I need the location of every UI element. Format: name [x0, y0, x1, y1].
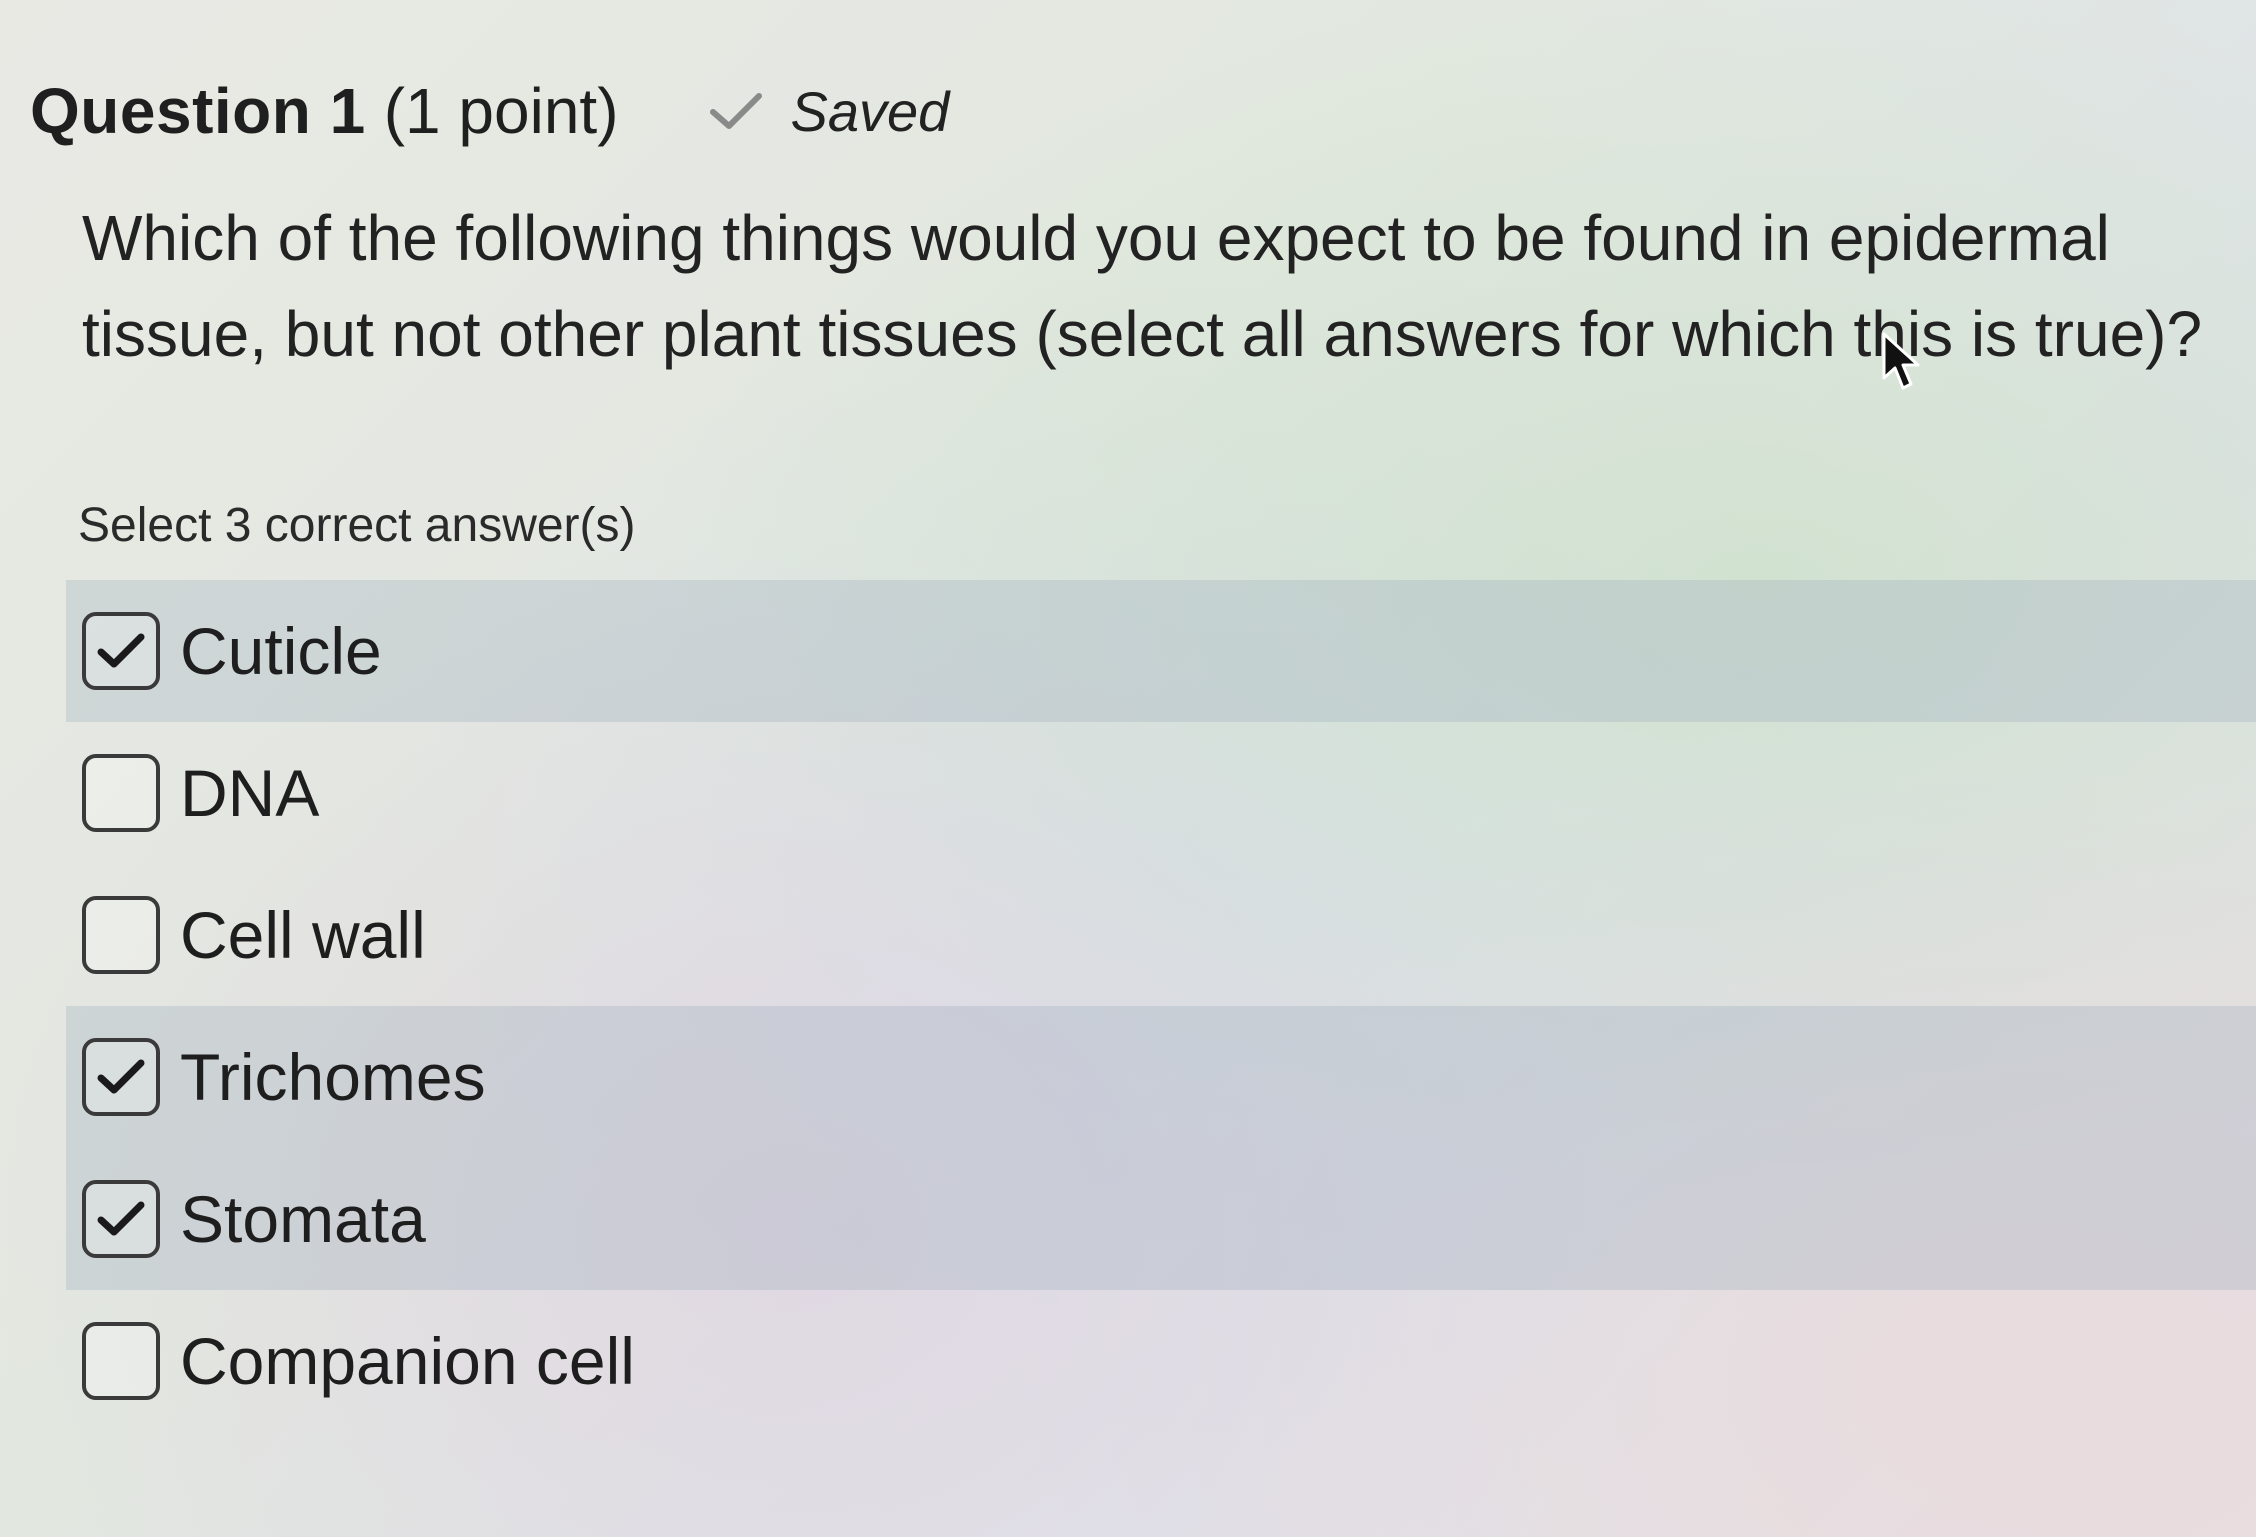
checkmark-icon	[97, 1059, 145, 1094]
checkmark-icon	[97, 633, 145, 668]
mouse-pointer-icon	[1882, 332, 1920, 390]
option-cuticle[interactable]: Cuticle	[66, 580, 2256, 722]
checkbox[interactable]	[82, 1322, 160, 1400]
option-label: DNA	[180, 756, 320, 830]
option-label: Trichomes	[180, 1040, 486, 1114]
saved-label: Saved	[790, 79, 950, 143]
option-stomata[interactable]: Stomata	[66, 1148, 2256, 1290]
option-cell-wall[interactable]: Cell wall	[66, 864, 2256, 1006]
checkmark-icon	[97, 1201, 145, 1236]
option-label: Stomata	[180, 1182, 426, 1256]
checkbox[interactable]	[82, 1180, 160, 1258]
option-trichomes[interactable]: Trichomes	[66, 1006, 2256, 1148]
question-title: Question 1	[30, 75, 366, 147]
question-header: Question 1 (1 point) Saved	[30, 66, 949, 156]
checkbox[interactable]	[82, 896, 160, 974]
answer-instruction: Select 3 correct answer(s)	[78, 499, 636, 552]
option-label: Cuticle	[180, 614, 382, 688]
saved-status: Saved	[709, 79, 950, 144]
question-points: (1 point)	[383, 75, 619, 147]
checkbox[interactable]	[82, 1038, 160, 1116]
answer-options: Cuticle DNA Cell wall Trichomes Stomata …	[66, 580, 2256, 1432]
option-label: Companion cell	[180, 1324, 635, 1398]
check-icon	[709, 90, 763, 132]
checkbox[interactable]	[82, 754, 160, 832]
option-companion-cell[interactable]: Companion cell	[66, 1290, 2256, 1432]
quiz-page: Question 1 (1 point) Saved Which of the …	[0, 0, 2256, 1537]
option-dna[interactable]: DNA	[66, 722, 2256, 864]
option-label: Cell wall	[180, 898, 426, 972]
checkbox[interactable]	[82, 612, 160, 690]
